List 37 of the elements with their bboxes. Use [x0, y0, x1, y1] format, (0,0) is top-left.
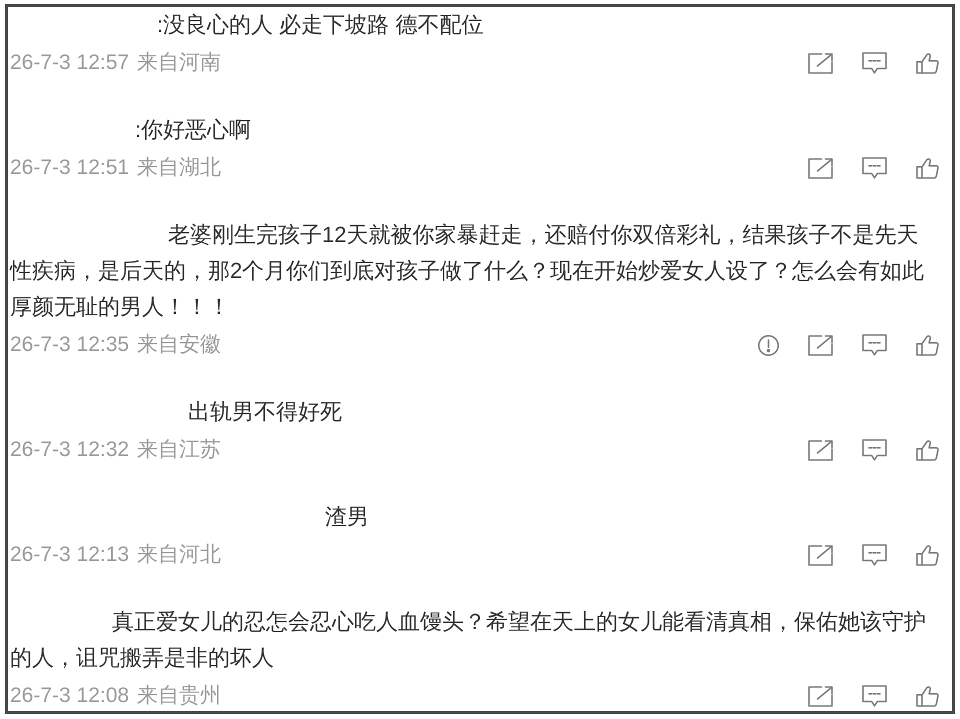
like-icon[interactable] [916, 686, 939, 706]
comment-location: 来自河南 [137, 50, 222, 76]
like-icon[interactable] [916, 52, 939, 74]
like-icon[interactable] [916, 334, 939, 356]
comment-icon[interactable] [862, 334, 887, 356]
share-icon[interactable] [808, 334, 833, 356]
comment-location: 来自河北 [137, 542, 222, 568]
comment-time: 26-7-3 12:35 [10, 332, 130, 358]
comment-time: 26-7-3 12:08 [10, 683, 130, 709]
comment-text: :没良心的人 必走下坡路 德不配位 [157, 12, 484, 37]
comment-location: 来自湖北 [137, 155, 222, 181]
comment-time: 26-7-3 12:57 [10, 50, 130, 76]
comment-icon[interactable] [862, 52, 887, 74]
share-icon[interactable] [808, 158, 833, 178]
report-icon[interactable] [758, 334, 779, 356]
comment-time: 26-7-3 12:13 [10, 542, 130, 568]
comment-text: 真正爱女儿的忍怎会忍心吃人血馒头？希望在天上的女儿能看清真相，保佑她该守护的人，诅咒搬弄是非的坏人 [10, 609, 926, 670]
comment-text: :你好恶心啊 [135, 117, 252, 142]
like-icon[interactable] [916, 440, 939, 460]
comment-icon[interactable] [862, 439, 887, 461]
comment-time: 26-7-3 12:32 [10, 437, 130, 463]
comment-location: 来自安徽 [137, 332, 222, 358]
comment-icon[interactable] [862, 544, 887, 566]
comment-text: 出轨男不得好死 [188, 399, 342, 424]
comment-text: 老婆刚生完孩子12天就被你家暴赶走，还赔付你双倍彩礼，结果孩子不是先天性疾病，是后天的，那2个月你们到底对孩子做了什么？现在开始炒爱女人设了？怎么会有如此厚颜无耻的男人！！！ [10, 222, 924, 319]
share-icon[interactable] [808, 52, 833, 74]
like-icon[interactable] [916, 158, 939, 178]
comment-icon[interactable] [862, 157, 887, 179]
share-icon[interactable] [808, 440, 833, 460]
comment-icon[interactable] [862, 685, 887, 707]
comment-time: 26-7-3 12:51 [10, 155, 130, 181]
comment-location: 来自江苏 [137, 437, 222, 463]
share-icon[interactable] [808, 544, 833, 566]
like-icon[interactable] [916, 544, 939, 566]
comment-location: 来自贵州 [137, 683, 222, 709]
comment-text: 渣男 [325, 504, 369, 529]
share-icon[interactable] [808, 686, 833, 706]
